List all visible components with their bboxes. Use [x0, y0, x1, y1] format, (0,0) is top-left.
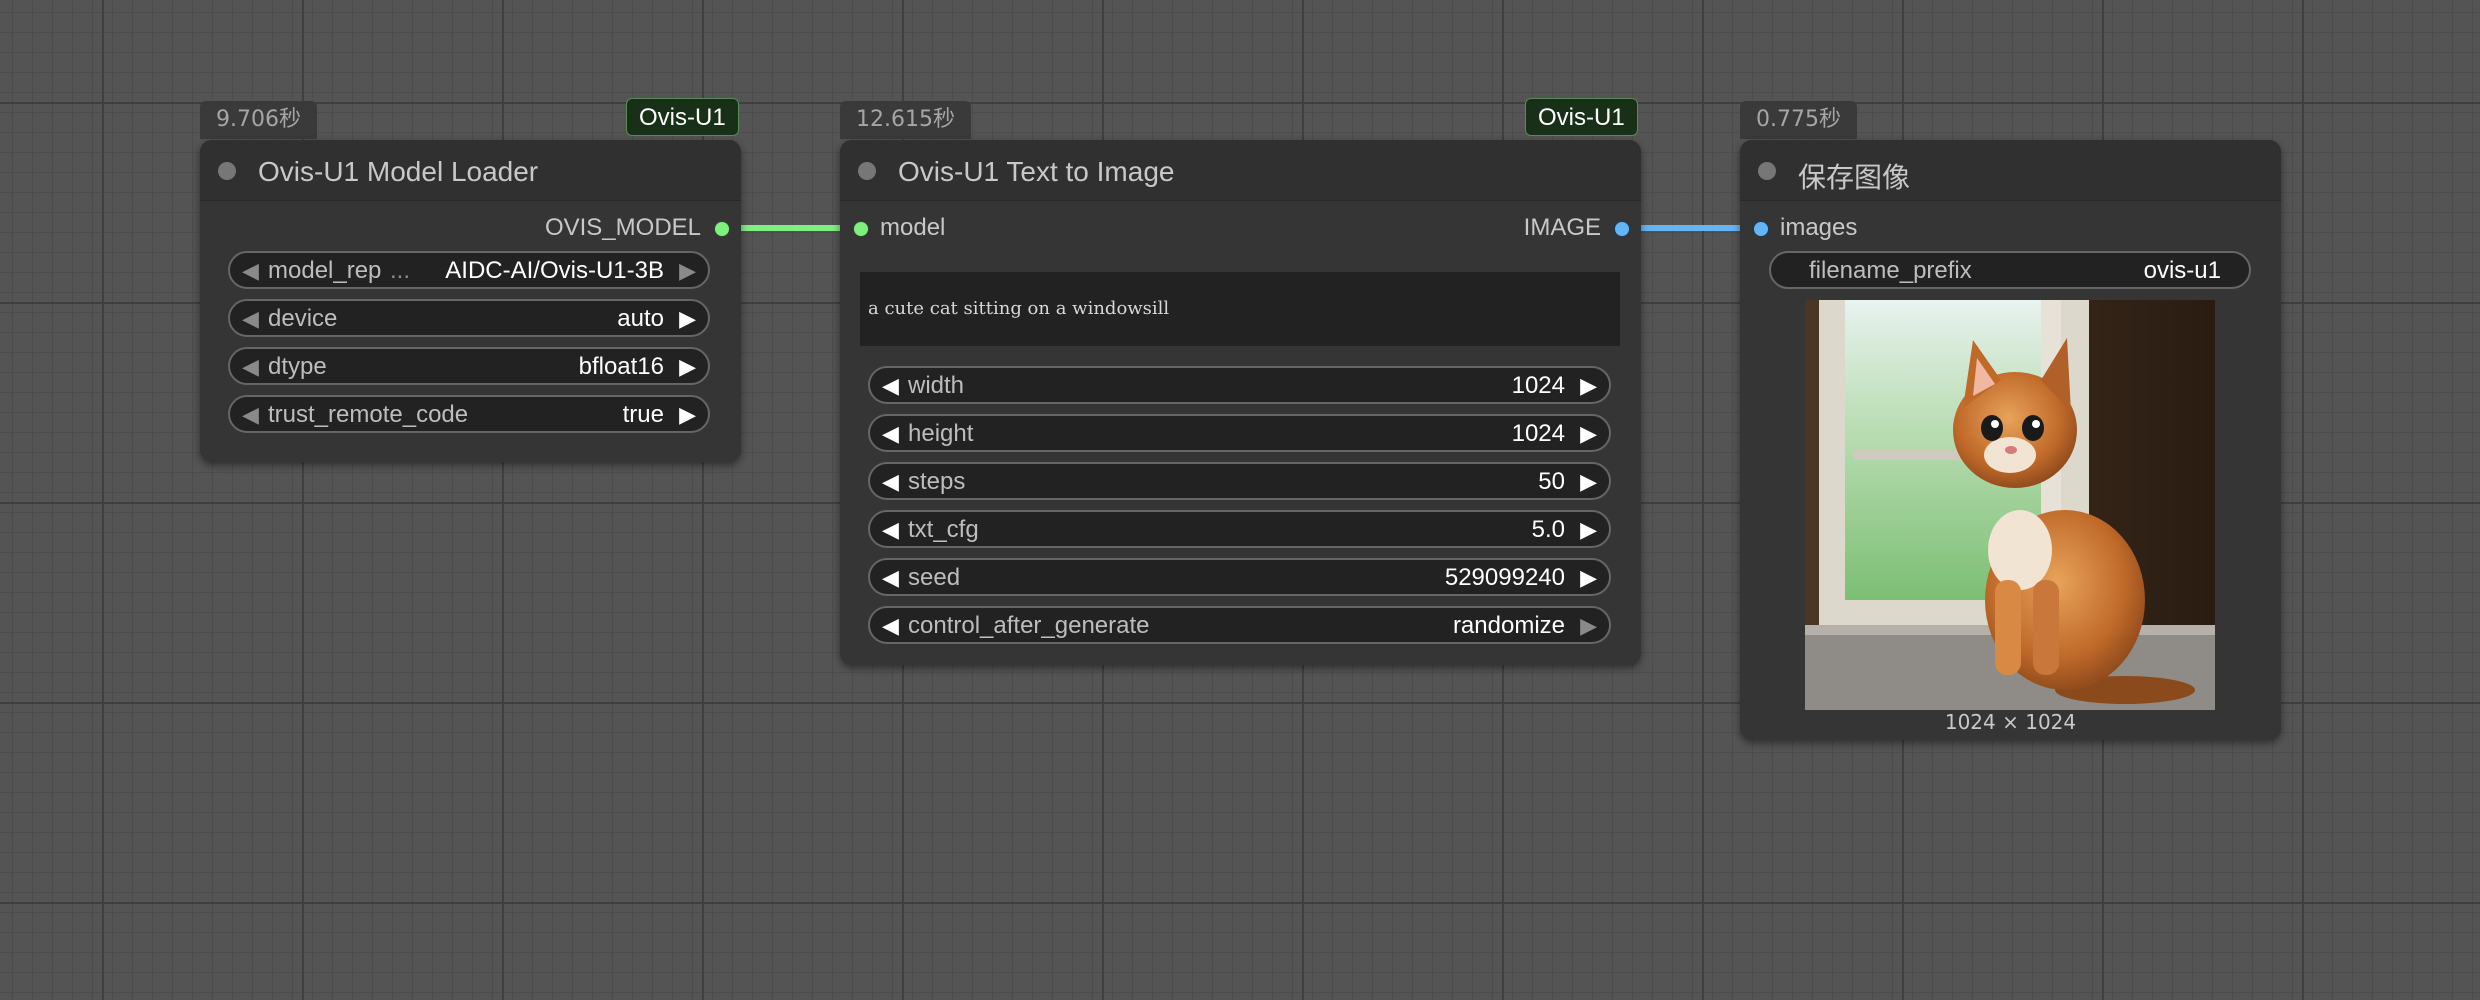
widget-name: device: [268, 305, 338, 332]
decrement-arrow-icon[interactable]: ◀: [882, 612, 899, 640]
node-title: 保存图像: [1798, 162, 1911, 193]
control-after-generate-combo[interactable]: ◀ control_after_generate randomize ▶: [868, 606, 1611, 644]
node-badge: Ovis-U1: [1525, 98, 1638, 136]
steps-number[interactable]: ◀ steps 50 ▶: [868, 462, 1611, 500]
decrement-arrow-icon[interactable]: ◀: [882, 420, 899, 448]
output-port-icon[interactable]: [714, 221, 730, 237]
image-preview[interactable]: [1805, 300, 2215, 710]
increment-arrow-icon[interactable]: ▶: [1580, 468, 1597, 496]
increment-arrow-icon[interactable]: ▶: [1580, 612, 1597, 640]
node-model-loader[interactable]: Ovis-U1 Model Loader OVIS_MODEL ◀ model_…: [200, 140, 741, 462]
increment-arrow-icon[interactable]: ▶: [679, 353, 696, 381]
input-port-icon[interactable]: [1753, 221, 1769, 237]
widget-value: true: [622, 401, 664, 428]
increment-arrow-icon[interactable]: ▶: [1580, 372, 1597, 400]
widget-name: steps: [908, 468, 966, 495]
eye-highlight: [2032, 420, 2040, 428]
widget-name: dtype: [268, 353, 327, 380]
widget-value: AIDC-AI/Ovis-U1-3B: [445, 257, 664, 284]
decrement-arrow-icon[interactable]: ◀: [242, 257, 259, 285]
widget-value: auto: [617, 305, 664, 332]
widget-value: ovis-u1: [2143, 257, 2221, 284]
decrement-arrow-icon[interactable]: ◀: [882, 468, 899, 496]
eye-highlight: [1991, 420, 1999, 428]
node-title: Ovis-U1 Text to Image: [898, 156, 1175, 187]
increment-arrow-icon[interactable]: ▶: [1580, 420, 1597, 448]
node-header[interactable]: 保存图像: [1740, 140, 2281, 201]
node-timing: 12.615秒: [840, 101, 971, 139]
input-label: images: [1780, 214, 1858, 241]
increment-arrow-icon[interactable]: ▶: [1580, 564, 1597, 592]
widget-name: model_rep: [268, 257, 382, 284]
widget-name: seed: [908, 564, 961, 591]
increment-arrow-icon[interactable]: ▶: [679, 401, 696, 429]
cat-leg-left: [1995, 580, 2021, 675]
collapse-dot-icon[interactable]: [218, 162, 236, 180]
widget-name: txt_cfg: [908, 516, 979, 543]
widget-value: 1024: [1511, 420, 1565, 447]
output-label: IMAGE: [1523, 214, 1601, 241]
dtype-combo[interactable]: ◀ dtype bfloat16 ▶: [228, 347, 710, 385]
node-text-to-image[interactable]: Ovis-U1 Text to Image model IMAGE a cute…: [840, 140, 1641, 665]
decrement-arrow-icon[interactable]: ◀: [242, 353, 259, 381]
node-header[interactable]: Ovis-U1 Model Loader: [200, 140, 741, 201]
node-title: Ovis-U1 Model Loader: [258, 156, 539, 187]
ellipsis: ...: [390, 257, 411, 284]
widget-value: 5.0: [1531, 516, 1565, 543]
widget-name: width: [908, 372, 965, 399]
input-port-icon[interactable]: [853, 221, 869, 237]
collapse-dot-icon[interactable]: [1758, 162, 1776, 180]
seed-number[interactable]: ◀ seed 529099240 ▶: [868, 558, 1611, 596]
decrement-arrow-icon[interactable]: ◀: [882, 564, 899, 592]
output-label: OVIS_MODEL: [544, 214, 701, 241]
widget-name: filename_prefix: [1809, 257, 1972, 284]
cat-eye-right: [2022, 415, 2044, 441]
widget-value: 529099240: [1444, 564, 1565, 591]
prompt-textarea[interactable]: a cute cat sitting on a windowsill: [860, 272, 1620, 346]
model-repo-combo[interactable]: ◀ model_rep ... AIDC-AI/Ovis-U1-3B ▶: [228, 251, 710, 289]
cat-chest: [1988, 510, 2052, 590]
trust-remote-code-combo[interactable]: ◀ trust_remote_code true ▶: [228, 395, 710, 433]
widget-value: 1024: [1511, 372, 1565, 399]
node-save-image[interactable]: 保存图像 images filename_prefix ovis-u1 1024…: [1740, 140, 2281, 740]
txt-cfg-number[interactable]: ◀ txt_cfg 5.0 ▶: [868, 510, 1611, 548]
collapse-dot-icon[interactable]: [858, 162, 876, 180]
prompt-text: a cute cat sitting on a windowsill: [868, 298, 1170, 319]
node-timing: 0.775秒: [1740, 101, 1857, 139]
node-badge: Ovis-U1: [626, 98, 739, 136]
cat-eye-left: [1981, 415, 2003, 441]
decrement-arrow-icon[interactable]: ◀: [242, 305, 259, 333]
widget-value: randomize: [1452, 612, 1565, 639]
image-size-caption: 1024 × 1024: [1944, 710, 2077, 734]
output-port-icon[interactable]: [1614, 221, 1630, 237]
filename-prefix-text[interactable]: filename_prefix ovis-u1: [1769, 251, 2251, 289]
widget-value: bfloat16: [578, 353, 664, 380]
increment-arrow-icon[interactable]: ▶: [679, 305, 696, 333]
cat-leg-right: [2033, 580, 2059, 675]
input-label: model: [880, 214, 946, 241]
widget-name: control_after_generate: [908, 612, 1150, 639]
decrement-arrow-icon[interactable]: ◀: [882, 372, 899, 400]
cat-nose: [2005, 446, 2017, 454]
cat-muzzle: [1984, 437, 2036, 473]
device-combo[interactable]: ◀ device auto ▶: [228, 299, 710, 337]
decrement-arrow-icon[interactable]: ◀: [882, 516, 899, 544]
decrement-arrow-icon[interactable]: ◀: [242, 401, 259, 429]
widget-value: 50: [1538, 468, 1565, 495]
widget-name: trust_remote_code: [268, 401, 469, 428]
node-timing: 9.706秒: [200, 101, 317, 139]
increment-arrow-icon[interactable]: ▶: [1580, 516, 1597, 544]
width-number[interactable]: ◀ width 1024 ▶: [868, 366, 1611, 404]
widget-name: height: [908, 420, 974, 447]
increment-arrow-icon[interactable]: ▶: [679, 257, 696, 285]
node-header[interactable]: Ovis-U1 Text to Image: [840, 140, 1641, 201]
height-number[interactable]: ◀ height 1024 ▶: [868, 414, 1611, 452]
